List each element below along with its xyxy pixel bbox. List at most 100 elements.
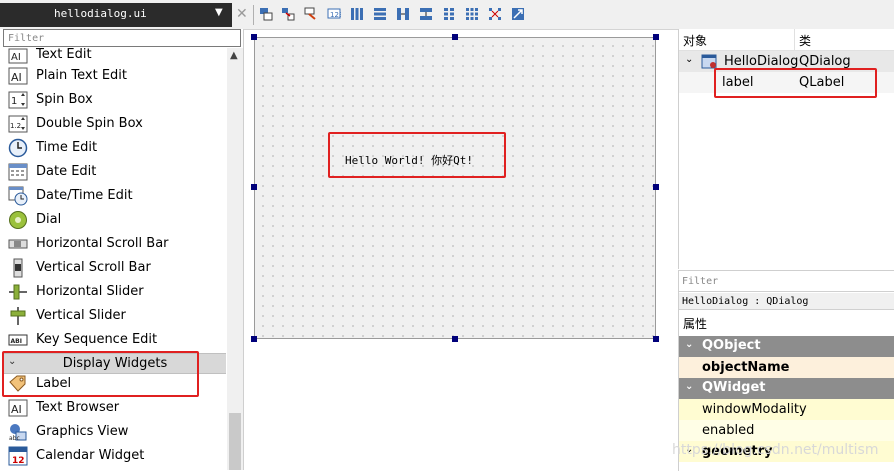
- layout-vertical-icon[interactable]: [373, 7, 387, 21]
- chevron-down-icon[interactable]: ⌄: [685, 54, 693, 65]
- chevron-down-icon[interactable]: ⌄: [685, 339, 693, 350]
- widget-item-label: Text Edit: [36, 47, 92, 62]
- widget-item-label: Date/Time Edit: [36, 188, 133, 203]
- text-edit-icon: AI: [8, 48, 28, 64]
- layout-vsplitter-icon[interactable]: [419, 7, 433, 21]
- calendar-widget-icon: 12: [8, 446, 28, 466]
- widget-box-scrollbar[interactable]: ▲: [227, 48, 243, 470]
- property-filter-input[interactable]: Filter: [679, 272, 894, 292]
- property-class-line: HelloDialog : QDialog: [679, 293, 894, 310]
- object-name: HelloDialog: [724, 54, 799, 69]
- widget-item-time-edit[interactable]: Time Edit: [8, 136, 226, 160]
- watermark: https://blog.csdn.net/multism: [672, 442, 879, 458]
- chevron-down-icon[interactable]: ⌄: [685, 381, 693, 392]
- svg-text:ABI: ABI: [11, 338, 22, 345]
- property-group-qwidget[interactable]: ⌄ QWidget: [679, 378, 894, 399]
- spin-box-icon: 1: [8, 91, 28, 109]
- svg-text:12: 12: [12, 456, 25, 466]
- resize-handle[interactable]: [452, 34, 458, 40]
- widget-item-horizontal-scroll-bar[interactable]: Horizontal Scroll Bar: [8, 232, 226, 256]
- break-layout-icon[interactable]: [488, 7, 502, 21]
- column-class[interactable]: 类: [799, 32, 811, 49]
- clock-icon: [8, 138, 28, 158]
- widget-item-vertical-scroll-bar[interactable]: Vertical Scroll Bar: [8, 256, 226, 280]
- widget-item-label: Calendar Widget: [36, 448, 145, 463]
- widget-item-dial[interactable]: Dial: [8, 208, 226, 232]
- plain-text-edit-icon: AI: [8, 67, 28, 85]
- widget-item-key-sequence-edit[interactable]: ABI Key Sequence Edit: [8, 328, 226, 352]
- column-divider: [794, 29, 795, 50]
- resize-handle[interactable]: [653, 336, 659, 342]
- vscrollbar-icon: [13, 258, 23, 278]
- widget-item-text-browser[interactable]: AI Text Browser: [8, 396, 226, 420]
- resize-handle[interactable]: [251, 34, 257, 40]
- svg-text:AI: AI: [11, 71, 22, 84]
- property-row-objectname[interactable]: objectName: [679, 357, 894, 378]
- highlight-box-hello-label: [328, 132, 506, 178]
- svg-text:AI: AI: [11, 52, 21, 63]
- svg-text:123: 123: [330, 11, 341, 19]
- datetime-icon: [8, 186, 28, 206]
- resize-handle[interactable]: [653, 184, 659, 190]
- highlight-box-display-label: [2, 351, 199, 397]
- property-name: enabled: [702, 423, 755, 438]
- widget-item-label: Horizontal Scroll Bar: [36, 236, 169, 251]
- widget-item-spin-box[interactable]: 1 Spin Box: [8, 88, 226, 112]
- widget-item-label: Vertical Slider: [36, 308, 126, 323]
- property-name: objectName: [702, 360, 790, 375]
- calendar-icon: [8, 163, 28, 181]
- double-spin-box-icon: 1.2: [8, 115, 28, 133]
- resize-handle[interactable]: [653, 34, 659, 40]
- dialog-icon: [701, 54, 717, 69]
- widget-item-label: Date Edit: [36, 164, 97, 179]
- highlight-box-label-row: [714, 68, 877, 98]
- edit-buddies-icon[interactable]: [304, 7, 318, 21]
- graphics-view-icon: abc: [9, 424, 27, 442]
- file-name: hellodialog.ui: [54, 7, 147, 20]
- layout-form-icon[interactable]: [442, 7, 456, 21]
- edit-signals-icon[interactable]: [281, 7, 295, 21]
- widget-item-horizontal-slider[interactable]: Horizontal Slider: [8, 280, 226, 304]
- widget-item-label: Key Sequence Edit: [36, 332, 158, 347]
- widget-item-label: Graphics View: [36, 424, 129, 439]
- property-name: windowModality: [702, 402, 807, 417]
- property-group-qobject[interactable]: ⌄ QObject: [679, 336, 894, 357]
- edit-tab-order-icon[interactable]: 123: [327, 7, 341, 21]
- group-label: QWidget: [702, 380, 766, 395]
- widget-item-vertical-slider[interactable]: Vertical Slider: [8, 304, 226, 328]
- scrollbar-thumb[interactable]: [229, 413, 241, 470]
- widget-item-datetime-edit[interactable]: Date/Time Edit: [8, 184, 226, 208]
- widget-item-label: Dial: [36, 212, 62, 227]
- layout-hsplitter-icon[interactable]: [396, 7, 410, 21]
- widget-item-double-spin-box[interactable]: 1.2 Double Spin Box: [8, 112, 226, 136]
- resize-handle[interactable]: [251, 336, 257, 342]
- edit-widgets-icon[interactable]: [259, 7, 273, 21]
- widget-item-calendar-widget[interactable]: 12 Calendar Widget: [8, 444, 226, 468]
- property-row-windowmodality[interactable]: windowModality: [679, 399, 894, 420]
- text-browser-icon: AI: [8, 399, 28, 417]
- adjust-size-icon[interactable]: [511, 7, 525, 21]
- svg-text:AI: AI: [11, 403, 22, 416]
- layout-grid-icon[interactable]: [465, 7, 479, 21]
- chevron-down-icon[interactable]: ▼: [215, 7, 223, 18]
- widget-item-graphics-view[interactable]: abc Graphics View: [8, 420, 226, 444]
- form-canvas[interactable]: [254, 37, 656, 339]
- file-selector[interactable]: hellodialog.ui ▼: [0, 3, 232, 27]
- close-icon[interactable]: ✕: [236, 6, 250, 22]
- widget-item-label: Horizontal Slider: [36, 284, 144, 299]
- column-object[interactable]: 对象: [683, 32, 707, 49]
- chevron-up-icon[interactable]: ▲: [230, 50, 238, 61]
- dial-icon: [9, 211, 27, 229]
- hscrollbar-icon: [8, 239, 28, 249]
- property-row-enabled[interactable]: enabled: [679, 420, 894, 441]
- widget-item-label: Vertical Scroll Bar: [36, 260, 151, 275]
- object-class: QDialog: [799, 54, 851, 69]
- widget-item-label: Double Spin Box: [36, 116, 143, 131]
- resize-handle[interactable]: [251, 184, 257, 190]
- widget-item-label: Spin Box: [36, 92, 93, 107]
- svg-text:1.2: 1.2: [10, 122, 21, 130]
- resize-handle[interactable]: [452, 336, 458, 342]
- widget-item-plain-text-edit[interactable]: AI Plain Text Edit: [8, 64, 226, 88]
- widget-item-date-edit[interactable]: Date Edit: [8, 160, 226, 184]
- layout-horizontal-icon[interactable]: [350, 7, 364, 21]
